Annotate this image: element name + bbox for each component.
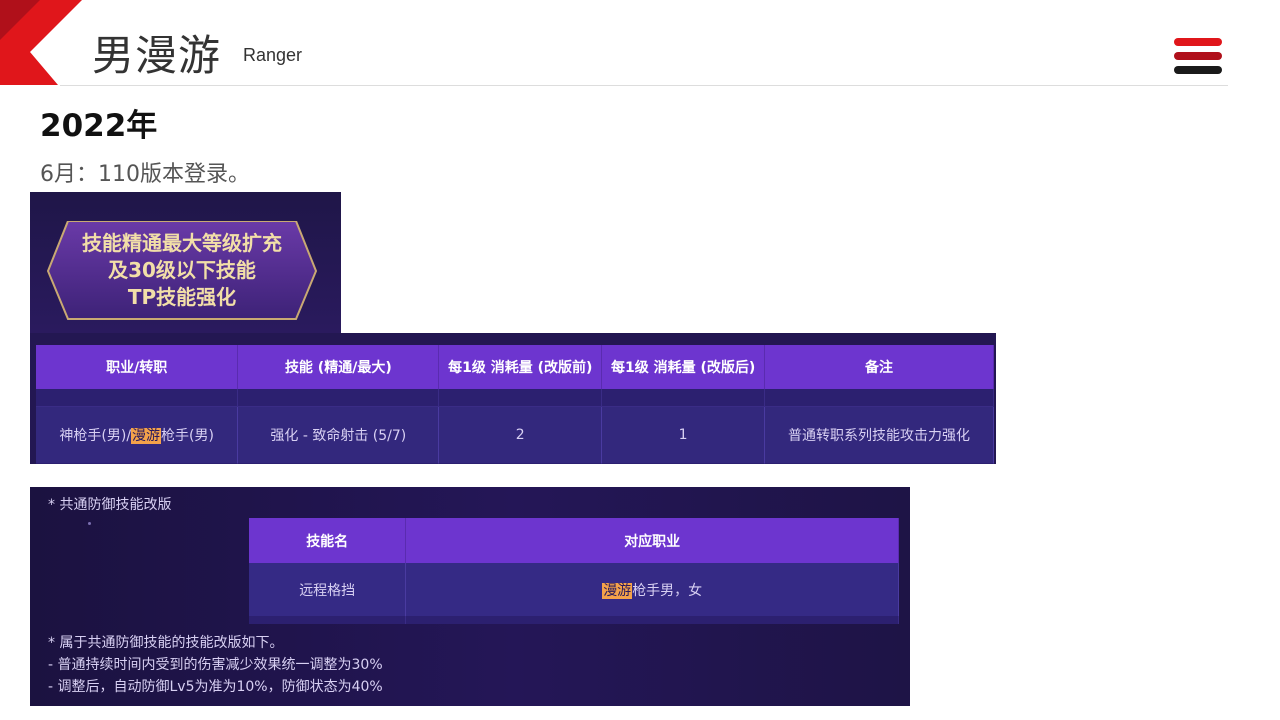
- hamburger-menu-icon[interactable]: [1172, 38, 1224, 76]
- note-line: - 调整后，自动防御Lv5为准为10%，防御状态为40%: [48, 679, 383, 695]
- note-line: - 普通持续时间内受到的伤害减少效果统一调整为30%: [48, 657, 383, 673]
- defense-skill-table: 技能名 对应职业 远程格挡 漫游枪手男，女: [249, 518, 899, 624]
- year-heading: 2022年: [40, 108, 158, 144]
- header-cost-before: 每1级 消耗量 (改版前): [438, 345, 603, 389]
- menu-bar-top: [1174, 38, 1222, 46]
- page-subtitle: Ranger: [243, 45, 303, 65]
- defense-notes: * 属于共通防御技能的技能改版如下。 - 普通持续时间内受到的伤害减少效果统一调…: [48, 632, 383, 698]
- menu-bar-middle: [1174, 52, 1222, 60]
- cell-job: 神枪手(男)/漫游枪手(男): [36, 406, 239, 463]
- defense-skill-image: * 共通防御技能改版 技能名 对应职业 远程格挡 漫游枪手男，女 * 属于共通防…: [30, 487, 910, 706]
- header-remark: 备注: [764, 345, 994, 389]
- cell-cost-before: 2: [438, 406, 603, 463]
- update-note: 6月：110版本登录。: [40, 162, 250, 187]
- highlight-text: 漫游: [131, 428, 162, 444]
- cell-cost-after: 1: [601, 406, 766, 463]
- header-skill: 技能 (精通/最大): [237, 345, 440, 389]
- table-row: 远程格挡 漫游枪手男，女: [249, 563, 899, 616]
- cell-skill: 强化 - 致命射击 (5/7): [237, 406, 440, 463]
- corner-accent: [0, 0, 82, 85]
- header-divider: [60, 85, 1228, 86]
- skill-change-table: 职业/转职 技能 (精通/最大) 每1级 消耗量 (改版前) 每1级 消耗量 (…: [36, 345, 994, 464]
- cell-job: 漫游枪手男，女: [405, 563, 899, 616]
- banner-line-2: 及30级以下技能: [108, 258, 256, 282]
- cell-remark: 普通转职系列技能攻击力强化: [764, 406, 994, 463]
- cell-skill-name: 远程格挡: [249, 563, 407, 616]
- menu-bar-bottom: [1174, 66, 1222, 74]
- highlight-text: 漫游: [602, 582, 633, 599]
- banner-line-3: TP技能强化: [127, 285, 237, 309]
- skill-banner-image: 技能精通最大等级扩充 及30级以下技能 TP技能强化: [30, 192, 341, 333]
- banner-text: 技能精通最大等级扩充 及30级以下技能 TP技能强化: [46, 230, 318, 311]
- note-line: * 属于共通防御技能的技能改版如下。: [48, 635, 284, 651]
- table-row: 神枪手(男)/漫游枪手(男) 强化 - 致命射击 (5/7) 2 1 普通转职系…: [36, 406, 994, 463]
- header-job: 对应职业: [405, 518, 899, 563]
- header-skill-name: 技能名: [249, 518, 407, 563]
- page-title: 男漫游: [92, 31, 222, 80]
- skill-change-table-image: 职业/转职 技能 (精通/最大) 每1级 消耗量 (改版前) 每1级 消耗量 (…: [30, 333, 996, 464]
- table-header-row: 技能名 对应职业: [249, 518, 899, 563]
- defense-title: * 共通防御技能改版: [48, 497, 172, 513]
- banner-line-1: 技能精通最大等级扩充: [82, 231, 282, 255]
- header-cost-after: 每1级 消耗量 (改版后): [601, 345, 766, 389]
- decorative-dot: [88, 522, 91, 525]
- table-header-row: 职业/转职 技能 (精通/最大) 每1级 消耗量 (改版前) 每1级 消耗量 (…: [36, 345, 994, 389]
- header-job: 职业/转职: [36, 345, 239, 389]
